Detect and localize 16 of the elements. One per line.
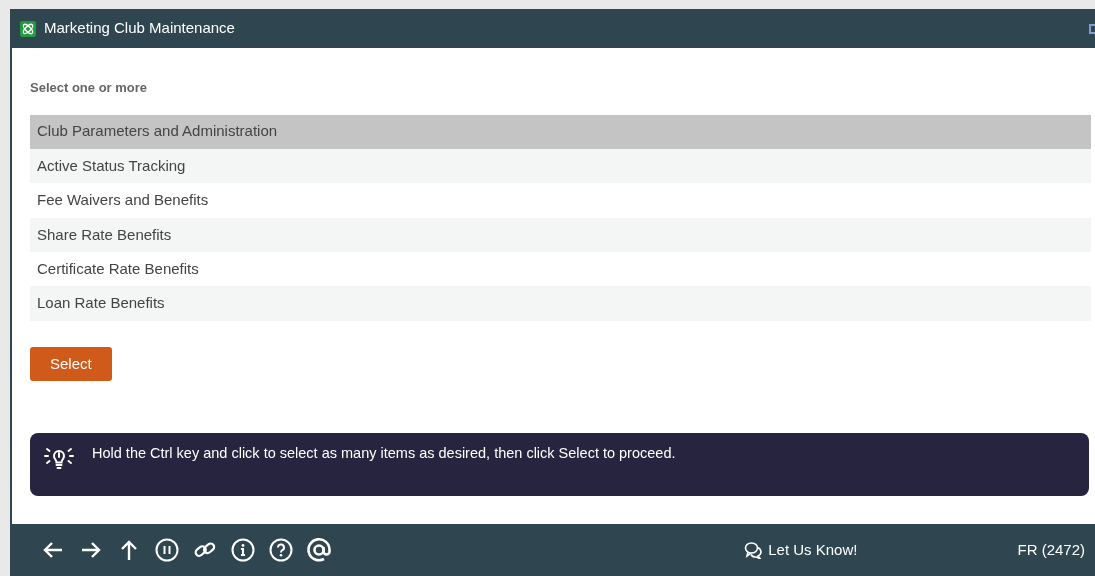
select-button[interactable]: Select — [30, 346, 112, 382]
list-item[interactable]: Club Parameters and Administration — [30, 114, 1091, 149]
list-item[interactable]: Loan Rate Benefits — [30, 286, 1091, 321]
instruction-label: Select one or more — [30, 79, 149, 97]
window-title: Marketing Club Maintenance — [44, 18, 235, 39]
list-item[interactable]: Certificate Rate Benefits — [30, 252, 1091, 287]
user-code: FR (2472) — [1017, 539, 1085, 560]
app-logo-icon — [20, 20, 36, 37]
at-sign-icon[interactable] — [304, 535, 334, 565]
feedback-link[interactable]: Let Us Know! — [744, 538, 858, 562]
maximize-button[interactable] — [1089, 23, 1095, 34]
hint-text: Hold the Ctrl key and click to select as many items as desired, then click Select to proceed. — [92, 444, 676, 464]
list-item[interactable]: Fee Waivers and Benefits — [30, 183, 1091, 218]
list-item[interactable]: Share Rate Benefits — [30, 217, 1091, 253]
chat-bubbles-icon — [744, 541, 765, 559]
list-item[interactable]: Active Status Tracking — [30, 148, 1091, 184]
